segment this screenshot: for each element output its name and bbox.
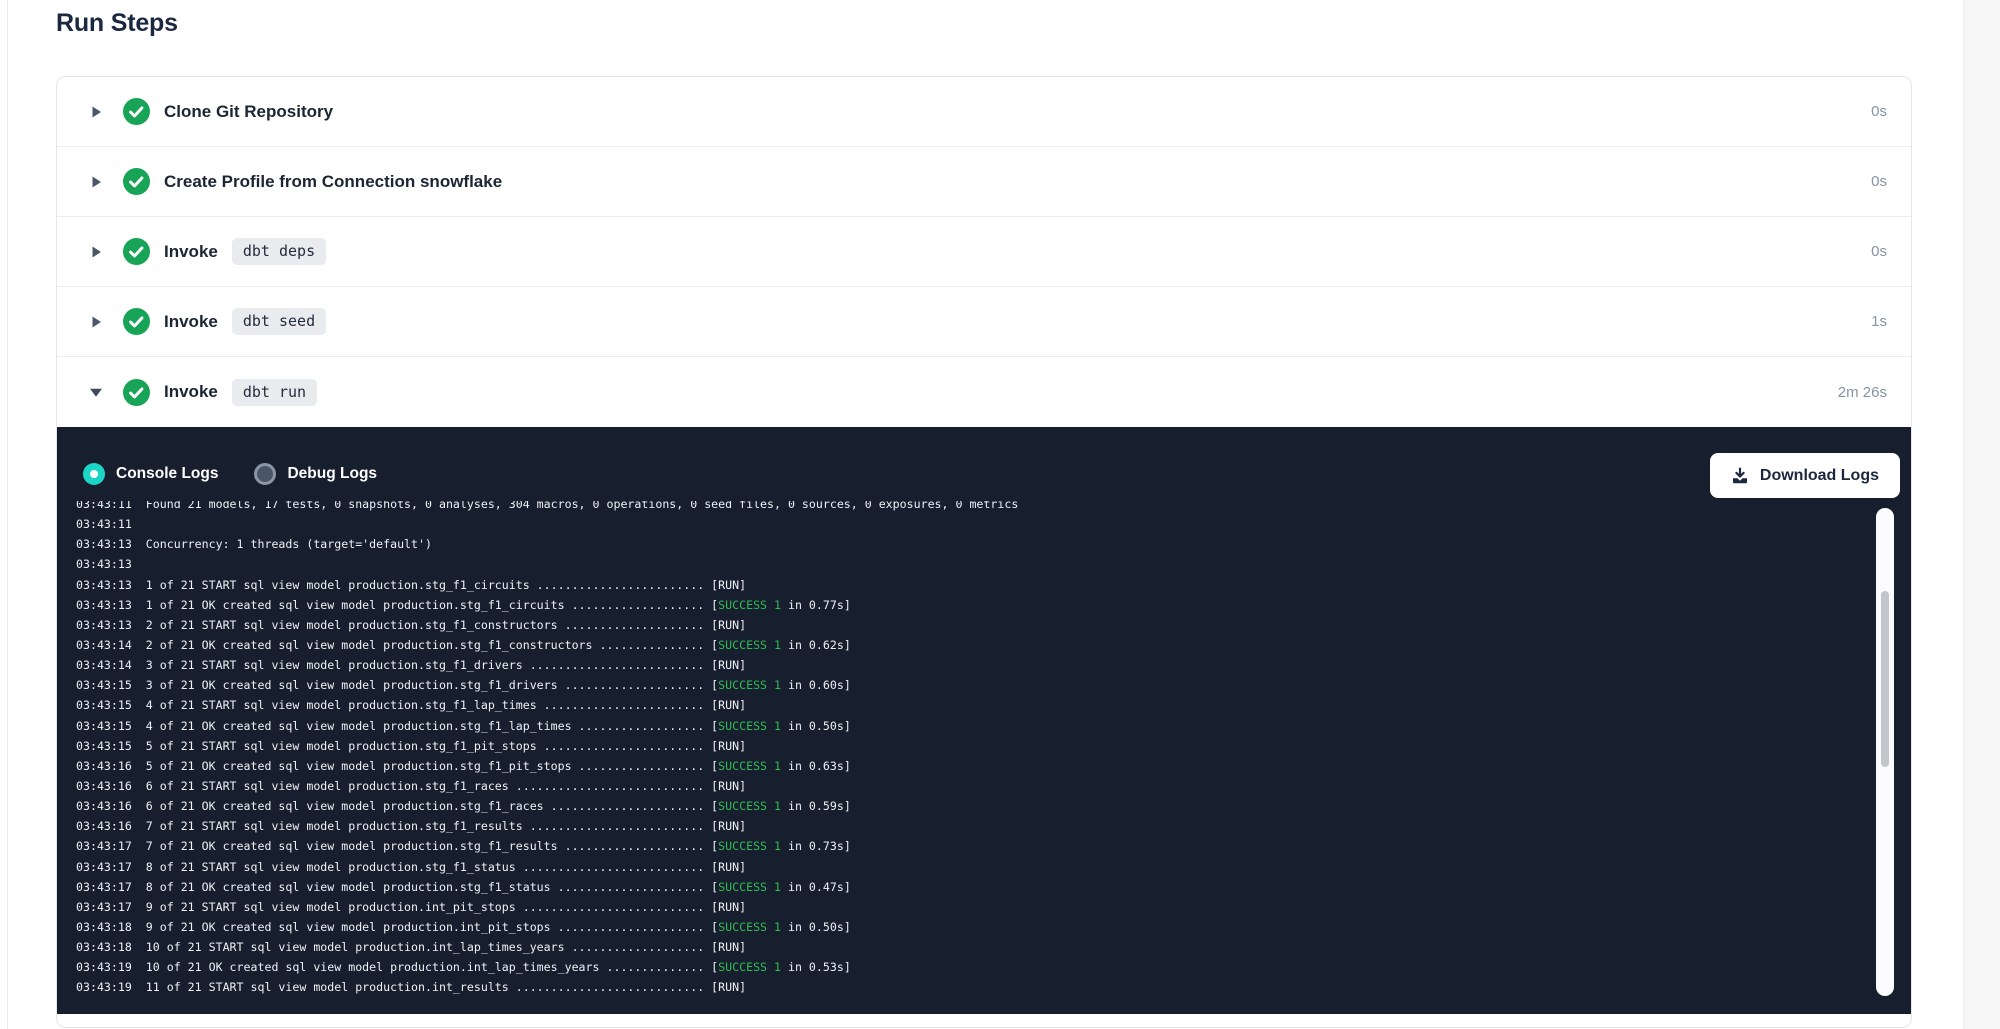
log-line: 03:43:17 8 of 21 START sql view model pr… — [76, 857, 1911, 877]
step-duration: 0s — [1871, 173, 1887, 190]
step-row[interactable]: Invoke dbt deps 0s — [57, 217, 1911, 287]
log-line: 03:43:16 7 of 21 START sql view model pr… — [76, 816, 1911, 836]
check-circle-icon — [123, 379, 150, 406]
step-duration: 2m 26s — [1838, 384, 1887, 401]
chevron-right-icon[interactable] — [89, 175, 103, 189]
step-duration: 1s — [1871, 313, 1887, 330]
page-title: Run Steps — [56, 9, 178, 38]
step-row[interactable]: Create Profile from Connection snowflake… — [57, 147, 1911, 217]
tab-label: Debug Logs — [287, 465, 377, 483]
log-tabs: Console Logs Debug Logs — [83, 463, 377, 485]
tab-label: Console Logs — [116, 465, 218, 483]
log-line: 03:43:15 4 of 21 OK created sql view mod… — [76, 716, 1911, 736]
log-line: 03:43:17 8 of 21 OK created sql view mod… — [76, 877, 1911, 897]
step-label: Clone Git Repository — [164, 102, 333, 122]
tab-debug-logs[interactable]: Debug Logs — [254, 463, 377, 485]
log-line: 03:43:19 10 of 21 OK created sql view mo… — [76, 957, 1911, 977]
run-steps-list: Clone Git Repository0sCreate Profile fro… — [57, 77, 1911, 427]
step-command-badge: dbt seed — [232, 308, 326, 335]
log-line: 03:43:13 — [76, 554, 1911, 574]
radio-unselected-icon[interactable] — [254, 463, 276, 485]
log-status-success: SUCCESS 1 — [718, 839, 781, 853]
chevron-down-icon[interactable] — [89, 385, 103, 399]
log-status-success: SUCCESS 1 — [718, 880, 781, 894]
log-status-success: SUCCESS 1 — [718, 598, 781, 612]
log-status-success: SUCCESS 1 — [718, 920, 781, 934]
log-line: 03:43:15 3 of 21 OK created sql view mod… — [76, 675, 1911, 695]
check-circle-icon — [123, 98, 150, 125]
page-right-gutter — [1963, 0, 2000, 1029]
log-line: 03:43:11 Found 21 models, 17 tests, 0 sn… — [76, 501, 1911, 514]
step-row[interactable]: Clone Git Repository 0s — [57, 77, 1911, 147]
log-status-success: SUCCESS 1 — [718, 759, 781, 773]
log-line: 03:43:15 5 of 21 START sql view model pr… — [76, 736, 1911, 756]
radio-selected-icon[interactable] — [83, 463, 105, 485]
step-label: Create Profile from Connection snowflake — [164, 172, 502, 192]
log-line: 03:43:13 1 of 21 START sql view model pr… — [76, 575, 1911, 595]
log-status-success: SUCCESS 1 — [718, 678, 781, 692]
chevron-right-icon[interactable] — [89, 315, 103, 329]
check-circle-icon — [123, 308, 150, 335]
log-line: 03:43:13 1 of 21 OK created sql view mod… — [76, 595, 1911, 615]
scrollbar-thumb[interactable] — [1881, 591, 1889, 767]
log-line: 03:43:13 2 of 21 START sql view model pr… — [76, 615, 1911, 635]
log-status-success: SUCCESS 1 — [718, 799, 781, 813]
step-duration: 0s — [1871, 243, 1887, 260]
log-line: 03:43:17 7 of 21 OK created sql view mod… — [76, 836, 1911, 856]
page-left-border — [7, 0, 8, 1029]
step-row[interactable]: Invoke dbt seed 1s — [57, 287, 1911, 357]
log-line: 03:43:16 5 of 21 OK created sql view mod… — [76, 756, 1911, 776]
console-header: Console Logs Debug Logs Download Logs — [57, 427, 1911, 501]
log-line: 03:43:18 10 of 21 START sql view model p… — [76, 937, 1911, 957]
chevron-right-icon[interactable] — [89, 245, 103, 259]
check-circle-icon — [123, 168, 150, 195]
scrollbar-track[interactable] — [1876, 508, 1894, 996]
log-line: 03:43:18 9 of 21 OK created sql view mod… — [76, 917, 1911, 937]
step-command-badge: dbt run — [232, 379, 317, 406]
tab-console-logs[interactable]: Console Logs — [83, 463, 218, 485]
log-status-success: SUCCESS 1 — [718, 638, 781, 652]
log-line: 03:43:14 2 of 21 OK created sql view mod… — [76, 635, 1911, 655]
log-status-success: SUCCESS 1 — [718, 719, 781, 733]
download-logs-label: Download Logs — [1760, 467, 1879, 485]
log-line: 03:43:13 Concurrency: 1 threads (target=… — [76, 534, 1911, 554]
step-label: Invoke — [164, 382, 218, 402]
log-line: 03:43:17 9 of 21 START sql view model pr… — [76, 897, 1911, 917]
log-line: 03:43:16 6 of 21 OK created sql view mod… — [76, 796, 1911, 816]
check-circle-icon — [123, 238, 150, 265]
console-panel: Console Logs Debug Logs Download Logs 03:… — [57, 427, 1911, 1014]
log-line: 03:43:15 4 of 21 START sql view model pr… — [76, 695, 1911, 715]
chevron-right-icon[interactable] — [89, 105, 103, 119]
step-label: Invoke — [164, 242, 218, 262]
log-line: 03:43:19 11 of 21 START sql view model p… — [76, 977, 1911, 997]
step-command-badge: dbt deps — [232, 238, 326, 265]
log-output: 03:43:11 Found 21 models, 17 tests, 0 sn… — [57, 501, 1911, 1014]
step-duration: 0s — [1871, 103, 1887, 120]
run-steps-card: Clone Git Repository0sCreate Profile fro… — [56, 76, 1912, 1028]
log-status-success: SUCCESS 1 — [718, 960, 781, 974]
log-line: 03:43:16 6 of 21 START sql view model pr… — [76, 776, 1911, 796]
log-line: 03:43:14 3 of 21 START sql view model pr… — [76, 655, 1911, 675]
step-label: Invoke — [164, 312, 218, 332]
step-row[interactable]: Invoke dbt run 2m 26s — [57, 357, 1911, 427]
log-line: 03:43:11 — [76, 514, 1911, 534]
download-logs-button[interactable]: Download Logs — [1710, 453, 1900, 498]
download-icon — [1731, 467, 1749, 485]
